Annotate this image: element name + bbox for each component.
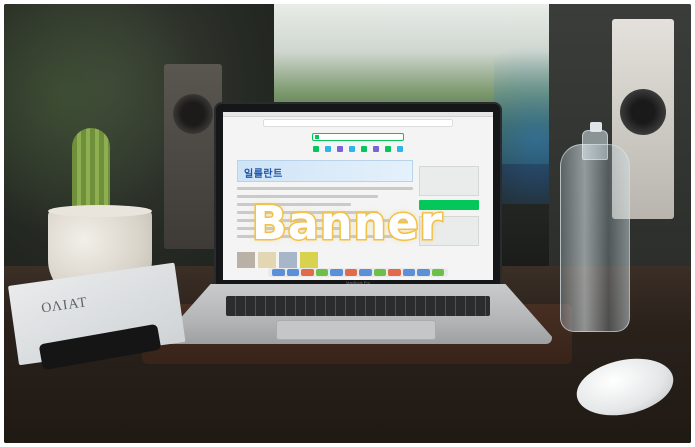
thumbnail [237, 252, 255, 268]
speaker-cone [173, 94, 213, 134]
service-icon [349, 146, 355, 152]
service-icons [223, 146, 493, 152]
search-row [223, 133, 493, 141]
laptop-lid: 일룰란트 MacBook Pro [214, 102, 502, 286]
thumbnail [300, 252, 318, 268]
dock [268, 268, 448, 277]
service-icon [337, 146, 343, 152]
search-icon [315, 135, 319, 139]
dock-icon [330, 269, 343, 276]
dock-icon [315, 269, 328, 276]
dock-icon [272, 269, 285, 276]
ad-banner: 일룰란트 [237, 160, 413, 182]
laptop-keyboard [226, 296, 490, 316]
banner-title: Banner [250, 195, 444, 252]
dock-icon [431, 269, 444, 276]
dock-icon [388, 269, 401, 276]
dock-icon [286, 269, 299, 276]
speaker-cone [620, 89, 666, 135]
service-icon [397, 146, 403, 152]
dock-icon [417, 269, 430, 276]
thumbnail-row [237, 252, 479, 268]
dock-icon [373, 269, 386, 276]
dock-icon [359, 269, 372, 276]
newspaper-masthead: ΟΛΙΑΤ [40, 295, 89, 317]
service-icon [373, 146, 379, 152]
search-input [312, 133, 404, 141]
dock-icon [344, 269, 357, 276]
menu-bar [223, 112, 493, 117]
thumbnail [258, 252, 276, 268]
service-icon [385, 146, 391, 152]
weather-box [419, 166, 479, 196]
laptop-trackpad [276, 320, 436, 340]
dock-icon [301, 269, 314, 276]
address-bar [263, 119, 453, 127]
thumbnail [279, 252, 297, 268]
service-icon [361, 146, 367, 152]
service-icon [313, 146, 319, 152]
service-icon [325, 146, 331, 152]
dock-icon [402, 269, 415, 276]
ad-text: 일룰란트 [244, 169, 283, 180]
